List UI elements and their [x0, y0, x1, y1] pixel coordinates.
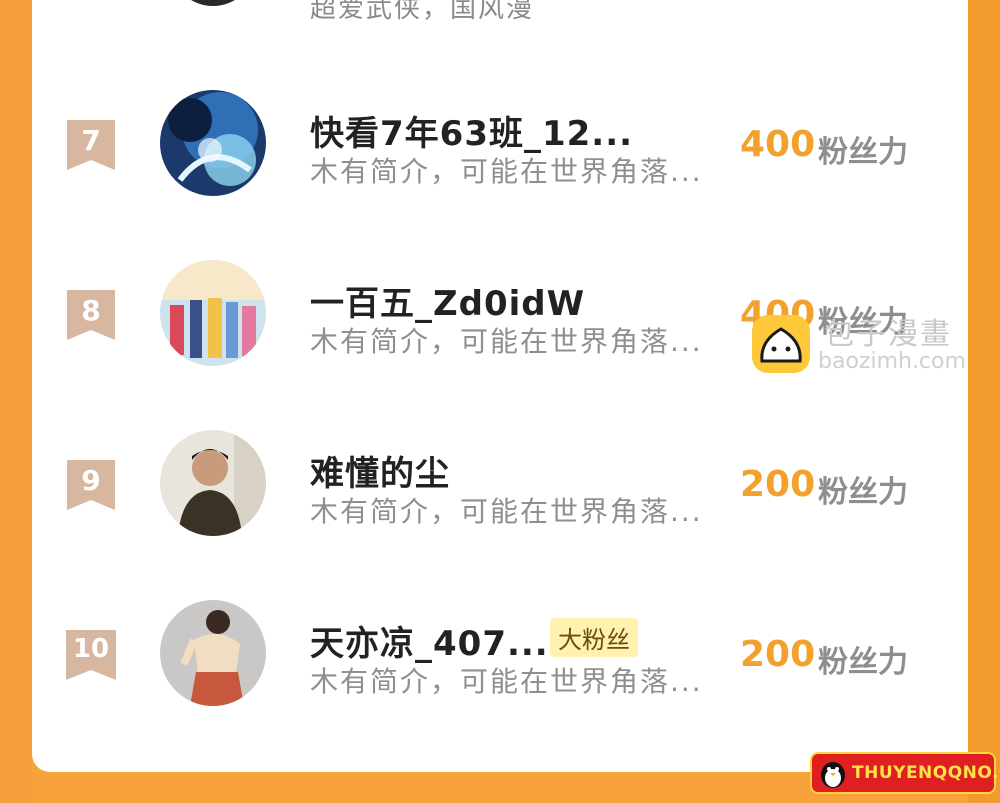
- user-description: 超爱武侠，国风漫: [310, 0, 535, 24]
- user-name[interactable]: 难懂的尘: [310, 446, 450, 495]
- user-name[interactable]: 快看7年63班_12...: [310, 106, 633, 155]
- avatar[interactable]: [160, 0, 266, 16]
- watermark-title: 包子漫畫: [824, 317, 952, 352]
- fan-power-unit: 粉丝力: [818, 475, 908, 510]
- avatar[interactable]: [160, 90, 266, 196]
- rank-badge: 9: [67, 460, 115, 510]
- avatar-partial[interactable]: [160, 0, 266, 16]
- watermark: 包子漫畫 baozimh.com: [752, 305, 992, 380]
- bun-icon: [752, 315, 810, 373]
- user-name[interactable]: 天亦凉_407...: [310, 616, 549, 665]
- fan-power-value: 200: [740, 464, 816, 505]
- user-description: 木有简介，可能在世界角落...: [310, 495, 703, 528]
- user-description: 木有简介，可能在世界角落...: [310, 325, 703, 358]
- list-item[interactable]: 7 快看7年63班_12... 木有简介，可能在世界角落... 400 粉丝力: [0, 90, 1000, 200]
- site-tag-text: THUYENQQNO.COM: [852, 763, 1000, 783]
- fan-power-unit: 粉丝力: [818, 645, 908, 680]
- site-tag: THUYENQQNO.COM: [810, 752, 1000, 794]
- rank-badge: 10: [66, 630, 116, 680]
- fan-power-value: 400: [740, 124, 816, 165]
- avatar[interactable]: [160, 260, 266, 366]
- fan-power-unit: 粉丝力: [818, 135, 908, 170]
- big-fan-badge: 大粉丝: [550, 618, 638, 657]
- watermark-url: baozimh.com: [818, 349, 966, 374]
- user-description: 木有简介，可能在世界角落...: [310, 665, 703, 698]
- list-item[interactable]: 9 难懂的尘 木有简介，可能在世界角落... 200 粉丝力: [0, 430, 1000, 540]
- user-name[interactable]: 一百五_Zd0idW: [310, 276, 585, 325]
- user-description: 木有简介，可能在世界角落...: [310, 155, 703, 188]
- list-item[interactable]: 10 天亦凉_407... 大粉丝 木有简介，可能在世界角落... 200 粉丝…: [0, 600, 1000, 710]
- rank-badge: 8: [67, 290, 115, 340]
- penguin-icon: [821, 762, 845, 788]
- avatar[interactable]: [160, 430, 266, 536]
- avatar[interactable]: [160, 600, 266, 706]
- fan-power-value: 200: [740, 634, 816, 675]
- rank-badge: 7: [67, 120, 115, 170]
